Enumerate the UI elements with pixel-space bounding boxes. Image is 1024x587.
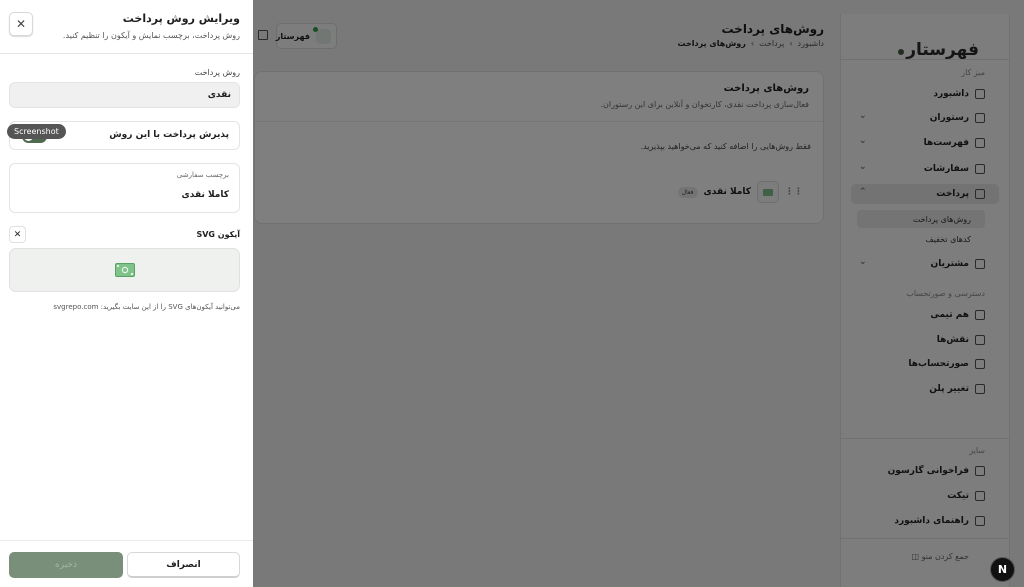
payment-method-field: نقدی xyxy=(9,82,240,108)
svg-source-hint: می‌توانید آیکون‌های SVG را از این سایت ب… xyxy=(53,303,240,311)
svg-icon-label: آیکون SVG xyxy=(196,230,240,239)
clear-svg-button[interactable]: ✕ xyxy=(9,226,26,243)
divider xyxy=(0,53,253,54)
dev-tools-badge[interactable]: N xyxy=(990,557,1015,582)
save-button[interactable]: ذخیره xyxy=(9,552,123,578)
tooltip: Screenshot xyxy=(7,124,66,139)
custom-label-caption: برچسب سفارشی xyxy=(176,171,229,179)
close-icon: ✕ xyxy=(13,229,22,240)
drawer-title: ویرایش روش پرداخت xyxy=(122,12,240,25)
cash-icon xyxy=(114,263,135,277)
edit-payment-method-drawer: ✕ ویرایش روش پرداخت روش پرداخت، برچسب نم… xyxy=(0,0,253,587)
accept-payment-label: پذیرش پرداخت با این روش xyxy=(109,130,229,140)
close-button[interactable]: ✕ xyxy=(9,12,33,36)
custom-label-field[interactable]: برچسب سفارشی کاملا نقدی xyxy=(9,163,240,213)
cancel-button[interactable]: انصراف xyxy=(127,552,240,578)
custom-label-input[interactable]: کاملا نقدی xyxy=(182,190,229,200)
close-icon: ✕ xyxy=(15,17,27,31)
svg-icon-preview[interactable] xyxy=(9,248,240,292)
payment-method-label: روش پرداخت xyxy=(194,68,240,77)
drawer-subtitle: روش پرداخت، برچسب نمایش و آیکون را تنظیم… xyxy=(62,31,240,40)
